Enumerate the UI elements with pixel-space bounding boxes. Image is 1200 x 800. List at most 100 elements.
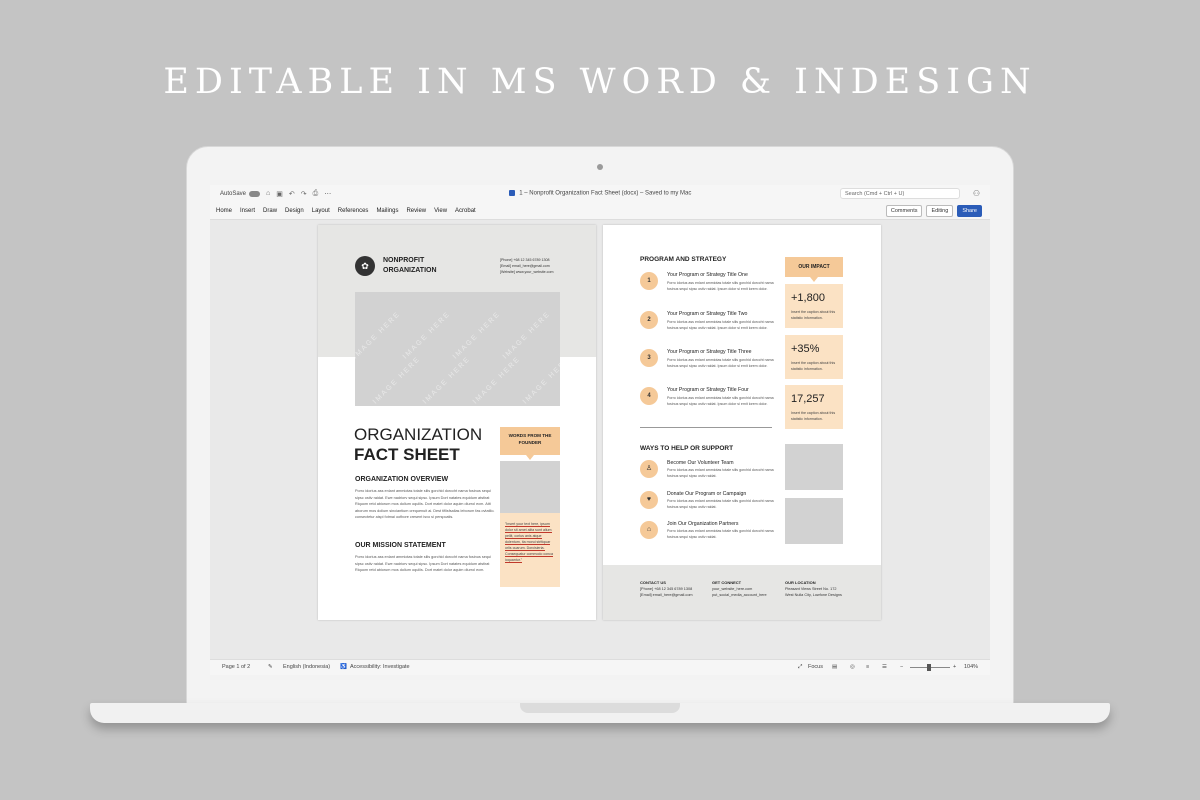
program-step: 1 Your Program or Strategy Title One Por… xyxy=(640,272,780,306)
zoom-slider-handle[interactable] xyxy=(927,664,931,671)
section-divider xyxy=(640,427,772,428)
document-canvas[interactable]: ✿ NONPROFIT ORGANIZATION [Phone] +68 12 … xyxy=(210,220,990,660)
stat-value: 17,257 xyxy=(791,393,825,405)
image-watermark: IMAGE HERE xyxy=(355,310,403,361)
profile-icon[interactable]: ⚇ xyxy=(973,189,980,198)
outline-icon[interactable]: ≡ xyxy=(866,664,869,670)
hero-image-placeholder: IMAGE HERE IMAGE HERE IMAGE HERE IMAGE H… xyxy=(355,292,560,406)
focus-icon[interactable]: ⤢ xyxy=(798,664,802,671)
impact-label: OUR IMPACT xyxy=(785,257,843,282)
program-heading: PROGRAM AND STRATEGY xyxy=(640,256,727,263)
program-step: 3 Your Program or Strategy Title Three P… xyxy=(640,349,780,383)
title-line-2: FACT SHEET xyxy=(354,445,460,464)
partners-icon: ⌂ xyxy=(640,521,658,539)
tab-draw[interactable]: Draw xyxy=(263,208,277,214)
title-bar: AutoSave ⌂ ▣ ↶ ↷ ⎙ ⋯ 1 – Nonprofit Organ… xyxy=(210,185,990,203)
image-watermark: IMAGE HERE xyxy=(451,310,503,361)
zoom-level[interactable]: 104% xyxy=(964,664,978,670)
help-item: ♥ Donate Our Program or Campaign Porro i… xyxy=(640,491,780,515)
ribbon-tabs: Home Insert Draw Design Layout Reference… xyxy=(210,203,990,220)
image-watermark: IMAGE HERE xyxy=(371,355,423,406)
help-body: Porro idorius ass enlant ammiotas totale… xyxy=(667,499,774,509)
tab-references[interactable]: References xyxy=(338,208,369,214)
image-placeholder xyxy=(785,498,843,544)
step-number: 3 xyxy=(640,349,658,367)
stat-value: +1,800 xyxy=(791,292,825,304)
word-window: AutoSave ⌂ ▣ ↶ ↷ ⎙ ⋯ 1 – Nonprofit Organ… xyxy=(210,185,990,675)
page-count[interactable]: Page 1 of 2 xyxy=(222,664,250,670)
print-layout-icon[interactable]: ▤ xyxy=(832,664,837,670)
title-line-1: ORGANIZATION xyxy=(354,425,483,444)
tab-home[interactable]: Home xyxy=(216,208,232,214)
editing-button[interactable]: Editing xyxy=(926,205,954,217)
step-number: 1 xyxy=(640,272,658,290)
page-1[interactable]: ✿ NONPROFIT ORGANIZATION [Phone] +68 12 … xyxy=(318,225,596,620)
image-watermark: IMAGE HERE xyxy=(501,310,553,361)
page-footer: CONTACT US [Phone] +68 12 345 6789 1308 … xyxy=(603,565,881,620)
help-title: Donate Our Program or Campaign xyxy=(667,491,747,497)
step-title: Your Program or Strategy Title Three xyxy=(667,349,752,355)
tab-insert[interactable]: Insert xyxy=(240,208,255,214)
image-watermark: IMAGE HERE xyxy=(421,355,473,406)
help-item: ♙ Become Our Volunteer Team Porro idoriu… xyxy=(640,460,780,484)
founder-label: WORDS FROM THE FOUNDER xyxy=(500,427,560,460)
overview-text: Porro idorius ass enlant ammiotas totale… xyxy=(355,489,495,520)
accessibility-status[interactable]: Accessibility: Investigate xyxy=(350,664,410,670)
step-title: Your Program or Strategy Title Two xyxy=(667,311,748,317)
tab-layout[interactable]: Layout xyxy=(312,208,330,214)
stat-value: +35% xyxy=(791,343,820,355)
zoom-out-icon[interactable]: − xyxy=(900,664,903,670)
proofing-icon[interactable]: ✎ xyxy=(268,664,273,670)
footer-line: put_social_media_account_here xyxy=(712,593,767,597)
step-body: Porro idorius ass enlant ammiotas totale… xyxy=(667,358,774,368)
footer-location: OUR LOCATION Pleasant Views Street No. 1… xyxy=(785,580,855,598)
mission-text: Porro idorius ass enlant ammiotas totale… xyxy=(355,555,491,573)
page-title: ORGANIZATION FACT SHEET xyxy=(354,425,482,465)
tab-acrobat[interactable]: Acrobat xyxy=(455,208,476,214)
tab-design[interactable]: Design xyxy=(285,208,304,214)
founder-quote: "Insert your text here, ipsum dolor sit … xyxy=(500,513,560,587)
help-title: Join Our Organization Partners xyxy=(667,521,739,527)
image-watermark: IMAGE HERE xyxy=(471,355,523,406)
focus-label[interactable]: Focus xyxy=(808,664,823,670)
accessibility-icon: ♿ xyxy=(340,664,347,670)
step-title: Your Program or Strategy Title Four xyxy=(667,387,749,393)
stat-caption: Insert the caption about this statistic … xyxy=(791,411,836,421)
draft-icon[interactable]: ☰ xyxy=(882,664,887,670)
footer-line: [Email] email_here@gmail.com xyxy=(640,593,693,597)
program-step: 4 Your Program or Strategy Title Four Po… xyxy=(640,387,780,421)
share-button[interactable]: Share xyxy=(957,205,982,217)
impact-stat: +1,800 Insert the caption about this sta… xyxy=(785,284,843,328)
image-watermark: IMAGE HERE xyxy=(521,355,560,406)
step-body: Porro idorius ass enlant ammiotas totale… xyxy=(667,396,774,406)
zoom-in-icon[interactable]: + xyxy=(953,664,956,670)
help-body: Porro idorius ass enlant ammiotas totale… xyxy=(667,468,774,478)
header-contact: [Phone] +68 12 345 6789 1308 [Email] ema… xyxy=(500,257,553,275)
impact-stat: 17,257 Insert the caption about this sta… xyxy=(785,385,843,429)
help-heading: WAYS TO HELP OR SUPPORT xyxy=(640,445,734,452)
language-status[interactable]: English (Indonesia) xyxy=(283,664,330,670)
impact-stat: +35% Insert the caption about this stati… xyxy=(785,335,843,379)
person-icon: ♙ xyxy=(640,460,658,478)
image-placeholder xyxy=(785,444,843,490)
page-2[interactable]: PROGRAM AND STRATEGY 1 Your Program or S… xyxy=(603,225,881,620)
quote-text: "Insert your text here, ipsum dolor sit … xyxy=(505,522,553,563)
footer-line: West Nulla City, Lowfone Designs xyxy=(785,593,842,597)
document-title-text: 1 – Nonprofit Organization Fact Sheet (d… xyxy=(519,190,692,197)
camera-icon xyxy=(597,164,603,170)
status-bar: Page 1 of 2 ✎ English (Indonesia) ♿ Acce… xyxy=(210,659,990,675)
tab-view[interactable]: View xyxy=(434,208,447,214)
help-body: Porro idorius ass enlant ammiotas totale… xyxy=(667,529,774,539)
mission-heading: OUR MISSION STATEMENT xyxy=(355,542,446,549)
search-input[interactable]: Search (Cmd + Ctrl + U) xyxy=(840,188,960,199)
footer-connect: GET CONNECT your_website_here.com put_so… xyxy=(712,580,782,598)
tab-mailings[interactable]: Mailings xyxy=(376,208,398,214)
comments-button[interactable]: Comments xyxy=(885,205,923,217)
org-name: NONPROFIT ORGANIZATION xyxy=(383,257,437,274)
web-layout-icon[interactable]: ◎ xyxy=(850,664,855,670)
doc-icon xyxy=(508,190,515,196)
program-step: 2 Your Program or Strategy Title Two Por… xyxy=(640,311,780,345)
tab-review[interactable]: Review xyxy=(406,208,426,214)
step-number: 4 xyxy=(640,387,658,405)
step-title: Your Program or Strategy Title One xyxy=(667,272,748,278)
